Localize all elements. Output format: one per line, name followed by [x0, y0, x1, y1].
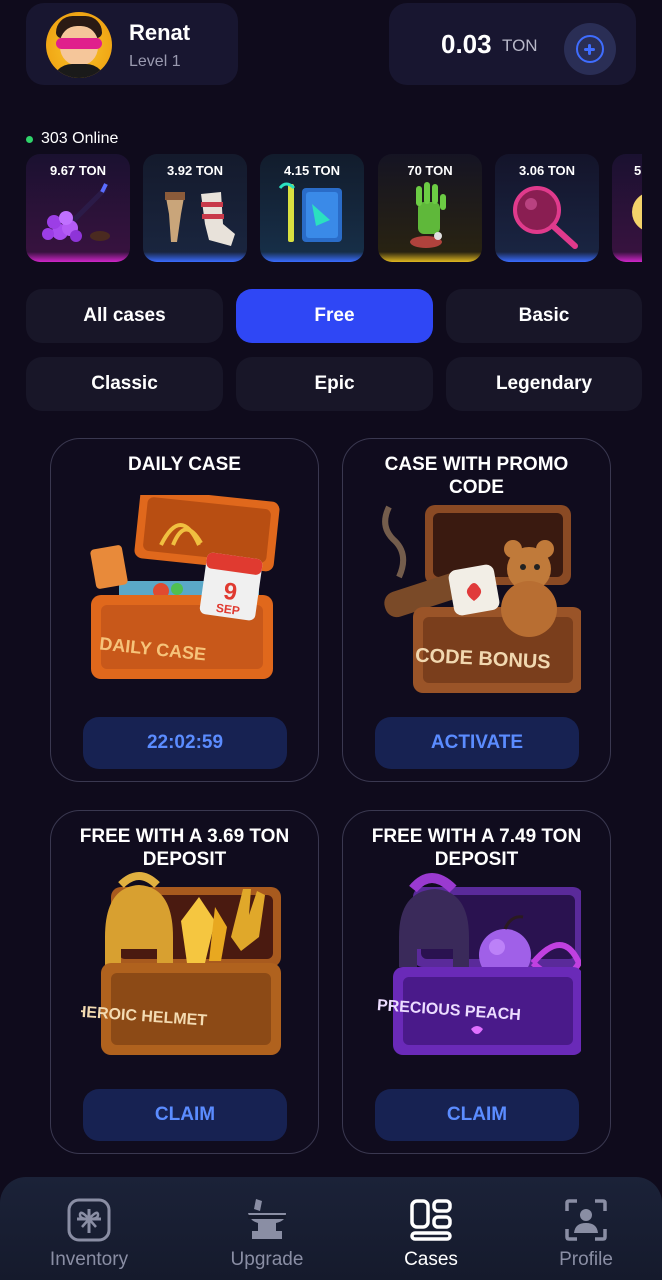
- code-bonus-chest-image: CODE BONUS: [382, 505, 581, 693]
- nav-label: Upgrade: [230, 1249, 304, 1270]
- user-name: Renat: [129, 20, 191, 45]
- user-card[interactable]: Renat Level 1: [26, 3, 238, 85]
- filter-epic[interactable]: Epic: [236, 357, 433, 411]
- nav-cases[interactable]: Cases: [361, 1177, 501, 1280]
- nav-label: Profile: [559, 1249, 613, 1270]
- case-title: FREE WITH A 3.69 TON DEPOSIT: [79, 826, 290, 870]
- daily-timer-button[interactable]: 22:02:59: [83, 717, 287, 769]
- case-card-deposit-7-49[interactable]: FREE WITH A 7.49 TON DEPOSIT PRECIOUS PE…: [342, 810, 611, 1154]
- profile-scan-icon: [565, 1199, 607, 1241]
- case-title: FREE WITH A 7.49 TON DEPOSIT: [371, 826, 582, 870]
- nav-label: Inventory: [49, 1249, 129, 1270]
- drop-item[interactable]: 4.15 TON: [260, 154, 364, 262]
- gift-box-icon: [67, 1198, 111, 1242]
- case-card-daily[interactable]: DAILY CASE 9 SEP DAILY CASE 22:02:59: [50, 438, 319, 782]
- online-dot: [26, 135, 33, 143]
- claim-button[interactable]: CLAIM: [83, 1089, 287, 1141]
- case-title: CASE WITH PROMO CODE: [384, 454, 569, 498]
- balance-unit: TON: [502, 36, 538, 55]
- coin-icon: [632, 194, 642, 230]
- bottom-navigation: Inventory Upgrade Cases Profile: [0, 1177, 662, 1280]
- magnifier-icon: [513, 186, 578, 249]
- anvil-icon: [248, 1199, 286, 1239]
- balance-card: 0.03 TON: [389, 3, 636, 85]
- filter-free[interactable]: Free: [236, 289, 433, 343]
- filter-all-cases[interactable]: All cases: [26, 289, 223, 343]
- zombie-hand-icon: [410, 182, 446, 248]
- nav-profile[interactable]: Profile: [516, 1177, 656, 1280]
- drop-item[interactable]: 9.67 TON: [26, 154, 130, 262]
- heroic-helmet-chest-image: HEROIC HELMET: [81, 872, 281, 1055]
- online-count: 303 Online: [41, 130, 119, 147]
- case-title: DAILY CASE: [128, 454, 241, 475]
- activate-button[interactable]: ACTIVATE: [375, 717, 579, 769]
- precious-peach-chest-image: PRECIOUS PEACH: [376, 873, 581, 1055]
- add-funds-button[interactable]: [564, 23, 616, 75]
- nav-inventory[interactable]: Inventory: [19, 1177, 159, 1280]
- daily-case-chest-image: 9 SEP DAILY CASE: [90, 495, 280, 679]
- socks-icon: [165, 192, 235, 246]
- filter-legendary[interactable]: Legendary: [446, 357, 642, 411]
- drop-item[interactable]: 3.06 TON: [495, 154, 599, 262]
- drop-item[interactable]: 3.92 TON: [143, 154, 247, 262]
- filter-basic[interactable]: Basic: [446, 289, 642, 343]
- filter-classic[interactable]: Classic: [26, 357, 223, 411]
- case-card-promo[interactable]: CASE WITH PROMO CODE CODE BONUS ACTIVATE: [342, 438, 611, 782]
- online-indicator: 303 Online: [26, 130, 118, 148]
- avatar: [46, 12, 112, 78]
- nav-label: Cases: [404, 1249, 458, 1270]
- balance-amount: 0.03: [441, 29, 492, 59]
- grape-brush-icon: [42, 183, 110, 242]
- case-card-deposit-3-69[interactable]: FREE WITH A 3.69 TON DEPOSIT HEROIC HELM…: [50, 810, 319, 1154]
- recent-drops-strip[interactable]: 9.67 TON 3.92 TON 4.15 TON 70 TON 3.06 T…: [26, 154, 642, 264]
- claim-button[interactable]: CLAIM: [375, 1089, 579, 1141]
- user-level: Level 1: [129, 53, 181, 70]
- drop-item[interactable]: 5: [612, 154, 642, 262]
- nav-upgrade[interactable]: Upgrade: [197, 1177, 337, 1280]
- notebook-icon: [278, 182, 342, 242]
- cases-grid-icon: [410, 1199, 452, 1241]
- drop-item[interactable]: 70 TON: [378, 154, 482, 262]
- plus-circle-icon: [576, 35, 604, 63]
